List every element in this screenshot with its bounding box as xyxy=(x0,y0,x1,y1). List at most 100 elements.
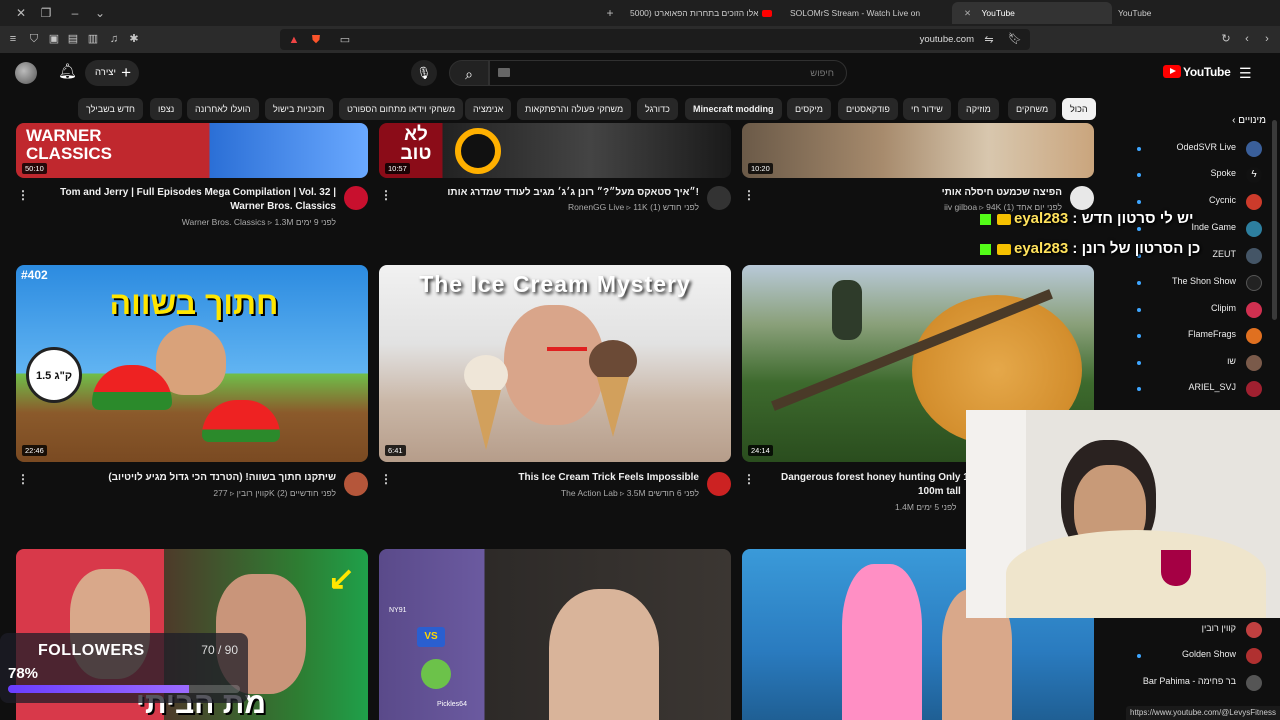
reload-icon[interactable]: ↻ xyxy=(1219,32,1233,46)
browser-tab-4[interactable]: YouTube xyxy=(1118,2,1273,24)
sidebar-item-spoke[interactable]: Spoke ϟ xyxy=(1110,165,1270,185)
reader-mode-icon[interactable]: ▭ xyxy=(338,33,352,47)
followers-percent: 78% xyxy=(8,665,39,682)
video-title[interactable]: הפיצה שכמעט חיסלה אותי xyxy=(942,186,1062,200)
voice-search-mic-icon[interactable]: 🎙︎ xyxy=(411,60,437,86)
subscriptions-heading[interactable]: ‹ מינויים xyxy=(1232,115,1266,126)
tab-list-icon[interactable]: ⌄ xyxy=(92,5,108,21)
browser-tab-1[interactable]: אלו הזוכים בתחרות הפאוארט (5000 xyxy=(630,2,780,24)
more-options-icon[interactable]: ⋮ xyxy=(17,188,29,202)
channel-name[interactable]: קווין רובין xyxy=(237,488,269,498)
channel-avatar[interactable] xyxy=(344,186,368,210)
channel-avatar[interactable] xyxy=(707,472,731,496)
channel-name[interactable]: The Action Lab xyxy=(561,488,618,498)
video-title[interactable]: Dangerous forest honey hunting Only 1 xyxy=(781,471,969,485)
video-thumbnail[interactable]: WARNER CLASSICS 50:10 xyxy=(16,123,368,178)
video-meta: The Action Lab ▹ 3.5M לפני 6 חודשים xyxy=(560,488,699,498)
chip-all[interactable]: הכול xyxy=(1062,98,1096,120)
share-icon[interactable]: ⇋ xyxy=(982,33,996,47)
sidebar-icon[interactable]: ▥ xyxy=(86,32,100,46)
browser-tab-3[interactable]: ✕ YouTube xyxy=(952,2,1112,24)
chip-podcasts[interactable]: פודקאסטים xyxy=(838,98,898,120)
sidebar-item-bar-pahima[interactable]: Bar Pahima - בר פחימה xyxy=(1110,673,1270,693)
chip-live[interactable]: שידור חי xyxy=(903,98,951,120)
new-tab-icon[interactable]: + xyxy=(602,5,618,21)
channel-avatar[interactable] xyxy=(707,186,731,210)
chip-sports-games[interactable]: משחקי וידאו מתחום הספורט xyxy=(339,98,464,120)
menu-icon[interactable]: ≡ xyxy=(6,32,20,46)
brave-shield-icon[interactable]: ⛊ xyxy=(309,33,323,47)
scrollbar-thumb[interactable] xyxy=(1272,120,1277,320)
more-options-icon[interactable]: ⋮ xyxy=(380,188,392,202)
window-minimize-icon[interactable]: – xyxy=(67,5,83,21)
create-button[interactable]: יצירה + xyxy=(85,60,139,86)
more-options-icon[interactable]: ⋮ xyxy=(743,188,755,202)
video-title-line2[interactable]: 100m tall xyxy=(918,485,961,499)
address-bar[interactable]: ▲ ⛊ ▭ youtube.com ⇋ xyxy=(280,29,1030,50)
video-thumbnail[interactable]: 10:20 xyxy=(742,123,1094,178)
window-close-icon[interactable]: ✕ xyxy=(13,5,29,21)
more-options-icon[interactable]: ⋮ xyxy=(743,472,755,486)
sidebar-item-cycnic[interactable]: Cycnic xyxy=(1110,192,1270,212)
channel-name[interactable]: iiv gilboa xyxy=(944,202,977,212)
sidebar-item-flamefrags[interactable]: FlameFrags xyxy=(1110,326,1270,346)
video-title[interactable]: Tom and Jerry | Full Episodes Mega Compi… xyxy=(60,186,336,200)
account-avatar[interactable] xyxy=(15,62,37,84)
back-icon[interactable]: ‹ xyxy=(1240,32,1254,46)
video-title[interactable]: שיתקנו חתוך בשווה! (הטרנד הכי גדול מגיע … xyxy=(108,471,336,485)
youtube-favicon-icon xyxy=(762,10,773,18)
chip-football[interactable]: כדורגל xyxy=(637,98,678,120)
chip-watched[interactable]: נצפו xyxy=(150,98,183,120)
sidebar-item-odedsvr-live[interactable]: OdedSVR Live xyxy=(1110,139,1270,159)
chip-games[interactable]: משחקים xyxy=(1008,98,1057,120)
video-thumbnail[interactable]: לא טוב 10:57 xyxy=(379,123,731,178)
followers-goal-widget: FOLLOWERS 70 / 90 78% xyxy=(0,633,248,703)
close-tab-icon[interactable]: ✕ xyxy=(964,2,971,24)
music-icon[interactable]: ♫ xyxy=(107,32,121,46)
channel-avatar[interactable] xyxy=(1070,186,1094,210)
sidebar-item-shu[interactable]: שו xyxy=(1110,353,1270,373)
puzzle-icon[interactable]: ✱ xyxy=(127,32,141,46)
channel-name[interactable]: Warner Bros. Classics xyxy=(182,217,266,227)
notifications-bell-icon[interactable]: 🔔︎ xyxy=(58,63,77,81)
channel-avatar[interactable] xyxy=(344,472,368,496)
episode-number: #402 xyxy=(21,268,48,282)
browser-tab-2[interactable]: SOLOMrS Stream - Watch Live on xyxy=(790,2,940,24)
chip-new-for-you[interactable]: חדש בשבילך xyxy=(78,98,143,120)
video-thumbnail[interactable]: #402 חתוך בשווה 1.5 ק"ג 22:46 xyxy=(16,265,368,462)
hamburger-menu-icon[interactable]: ☰ xyxy=(1239,64,1253,82)
channel-name[interactable]: RonenGG Live xyxy=(568,202,624,212)
shield-icon[interactable]: ⛉ xyxy=(27,32,41,46)
sidebar-item-golden-show[interactable]: Golden Show xyxy=(1110,646,1270,666)
forward-icon[interactable]: › xyxy=(1260,32,1274,46)
chip-cooking-shows[interactable]: תוכניות בישול xyxy=(265,98,333,120)
video-title[interactable]: ״איך סטאקס מעל״?״ רונן ג׳ג׳ מגיב לעודד ש… xyxy=(447,186,699,200)
extension-icon[interactable]: ▣ xyxy=(47,32,61,46)
search-button[interactable]: ⌕ xyxy=(449,60,489,86)
video-thumbnail[interactable]: VS NY91 Pickles64 xyxy=(379,549,731,720)
video-thumbnail[interactable]: The Ice Cream Mystery 6:41 xyxy=(379,265,731,462)
warning-icon[interactable]: ▲ xyxy=(287,33,301,47)
chip-recently-uploaded[interactable]: הועלו לאחרונה xyxy=(187,98,259,120)
chip-music[interactable]: מוזיקה xyxy=(958,98,999,120)
youtube-logo[interactable]: YouTube xyxy=(1163,65,1231,81)
wallet-icon[interactable]: ▤ xyxy=(66,32,80,46)
more-options-icon[interactable]: ⋮ xyxy=(17,472,29,486)
sidebar-scrollbar[interactable] xyxy=(1272,120,1277,320)
chip-mixes[interactable]: מיקסים xyxy=(787,98,831,120)
sidebar-item-kevin-rubin[interactable]: קווין רובין xyxy=(1110,620,1270,640)
window-restore-icon[interactable]: ❐ xyxy=(38,5,54,21)
video-title[interactable]: This Ice Cream Trick Feels Impossible xyxy=(518,471,699,485)
channel-avatar xyxy=(1246,248,1262,264)
sidebar-item-ariel-svj[interactable]: ARIEL_SVJ xyxy=(1110,379,1270,399)
chip-minecraft-modding[interactable]: Minecraft modding xyxy=(685,98,782,120)
sidebar-item-the-shon-show[interactable]: The Shon Show xyxy=(1110,273,1270,293)
search-input[interactable] xyxy=(489,60,847,86)
chip-animation[interactable]: אנימציה xyxy=(465,98,512,120)
chip-action-adventure[interactable]: משחקי פעולה והרפתקאות xyxy=(517,98,632,120)
keyboard-icon[interactable] xyxy=(498,68,510,77)
more-options-icon[interactable]: ⋮ xyxy=(380,472,392,486)
video-title-line2[interactable]: Warner Bros. Classics xyxy=(230,200,336,214)
sidebar-item-clipim[interactable]: Clipim xyxy=(1110,300,1270,320)
bookmark-icon[interactable]: 🔖︎ xyxy=(1008,32,1022,46)
